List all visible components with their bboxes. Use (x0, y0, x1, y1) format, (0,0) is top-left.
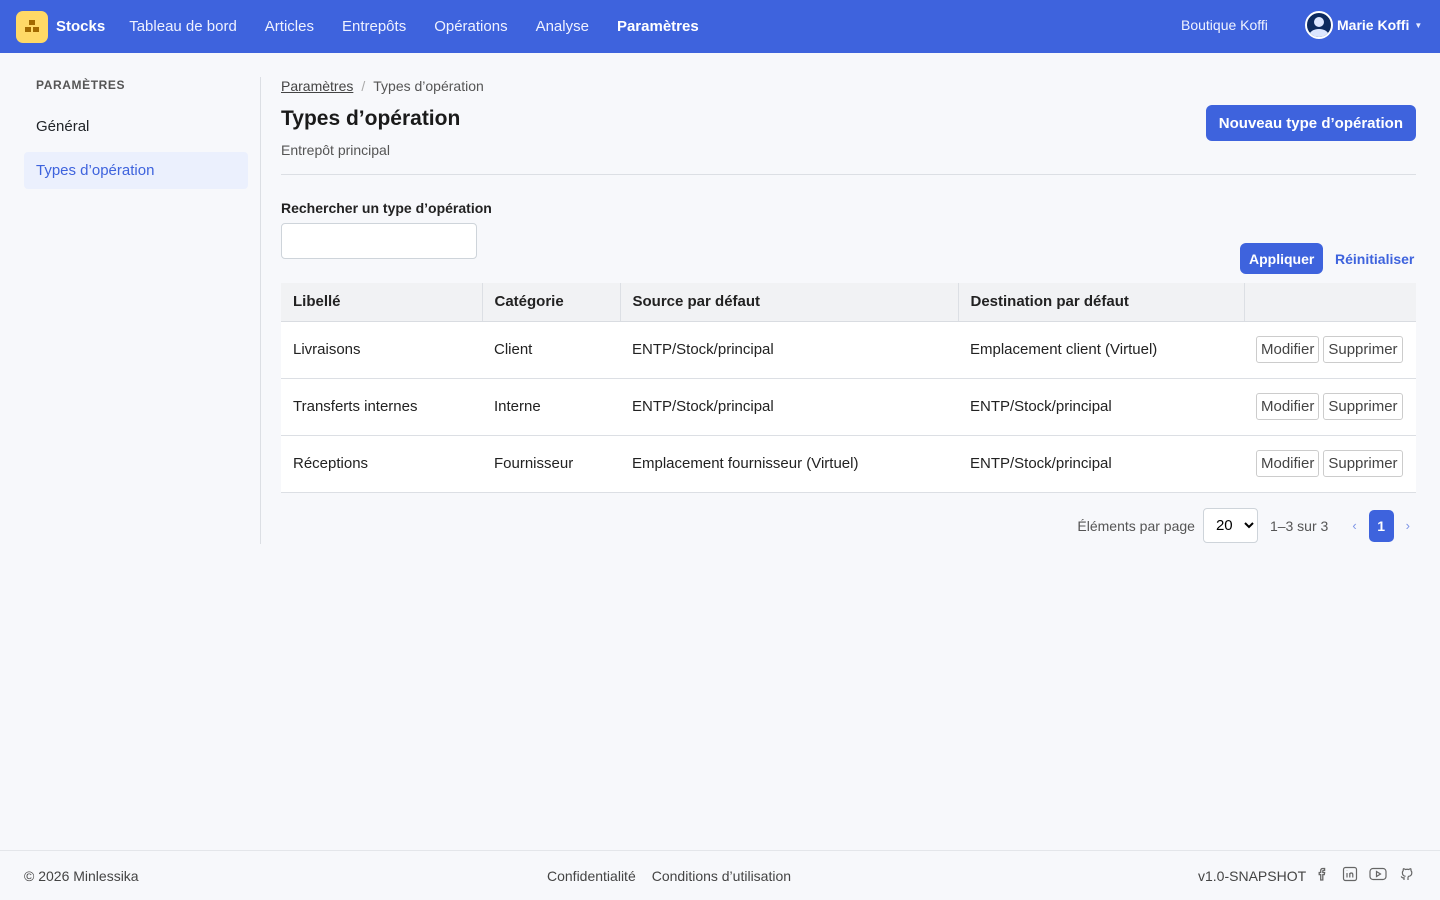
social-links (1313, 865, 1415, 883)
delete-button[interactable]: Supprimer (1323, 393, 1403, 420)
sidebar-divider (260, 77, 261, 544)
cell-label: Livraisons (281, 321, 482, 379)
user-name: Marie Koffi (1337, 17, 1410, 33)
sidebar-item-operation-types[interactable]: Types d’opération (24, 152, 248, 189)
table-row: Livraisons Client ENTP/Stock/principal E… (281, 321, 1416, 379)
table-row: Réceptions Fournisseur Emplacement fourn… (281, 435, 1416, 493)
privacy-link[interactable]: Confidentialité (547, 868, 636, 884)
search-input[interactable] (281, 223, 477, 259)
column-header-destination[interactable]: Destination par défaut (958, 283, 1245, 322)
new-operation-type-button[interactable]: Nouveau type d’opération (1205, 105, 1416, 141)
cell-source: ENTP/Stock/principal (620, 321, 958, 379)
operation-types-table: Libellé Catégorie Source par défaut Dest… (281, 283, 1416, 493)
linkedin-icon[interactable] (1341, 865, 1359, 883)
nav-warehouses[interactable]: Entrepôts (342, 18, 406, 35)
prev-page-icon[interactable]: ‹ (1352, 518, 1356, 533)
terms-link[interactable]: Conditions d’utilisation (652, 868, 791, 884)
nav-dashboard[interactable]: Tableau de bord (129, 18, 237, 35)
delete-button[interactable]: Supprimer (1323, 336, 1403, 363)
apply-button[interactable]: Appliquer (1240, 243, 1324, 274)
sidebar-item-general[interactable]: Général (24, 110, 248, 143)
main-content: Paramètres / Types d’opération Types d’o… (281, 78, 1416, 543)
settings-sidebar: PARAMÈTRES Général Types d’opération (24, 78, 248, 189)
user-menu[interactable]: Marie Koffi ▼ (1305, 11, 1422, 39)
breadcrumb-separator: / (361, 78, 366, 94)
brand[interactable]: Stocks (16, 10, 106, 43)
per-page-select[interactable]: 20 (1202, 508, 1258, 543)
cell-destination: ENTP/Stock/principal (958, 435, 1244, 493)
header-divider (281, 174, 1416, 175)
edit-button[interactable]: Modifier (1256, 450, 1320, 477)
column-header-actions (1244, 283, 1416, 322)
cell-category: Client (482, 321, 620, 379)
column-header-label[interactable]: Libellé (281, 283, 483, 322)
cell-source: Emplacement fournisseur (Virtuel) (620, 435, 958, 493)
version-label: v1.0-SNAPSHOT (1198, 868, 1307, 884)
pagination: Éléments par page 20 1–3 sur 3 ‹ 1 › (1077, 508, 1416, 543)
footer-links: Confidentialité Conditions d’utilisation (547, 868, 807, 884)
per-page-label: Éléments par page (1077, 517, 1195, 534)
table-row: Transferts internes Interne ENTP/Stock/p… (281, 378, 1416, 436)
cell-actions: Modifier Supprimer (1244, 435, 1416, 493)
search-label: Rechercher un type d’opération (281, 200, 492, 216)
sidebar-title: PARAMÈTRES (36, 78, 126, 92)
next-page-icon[interactable]: › (1406, 518, 1410, 533)
cell-destination: Emplacement client (Virtuel) (958, 321, 1244, 379)
organization-name[interactable]: Boutique Koffi (1181, 17, 1268, 33)
breadcrumb-current: Types d’opération (373, 78, 484, 94)
youtube-icon[interactable] (1369, 865, 1387, 883)
avatar (1305, 11, 1333, 39)
boxes-logo-icon (16, 10, 48, 43)
caret-down-icon: ▼ (1414, 20, 1423, 30)
nav-analysis[interactable]: Analyse (536, 18, 589, 35)
delete-button[interactable]: Supprimer (1323, 450, 1403, 477)
column-header-category[interactable]: Catégorie (482, 283, 621, 322)
nav-operations[interactable]: Opérations (434, 18, 507, 35)
cell-actions: Modifier Supprimer (1244, 378, 1416, 436)
cell-category: Fournisseur (482, 435, 620, 493)
edit-button[interactable]: Modifier (1256, 393, 1320, 420)
top-navbar: Stocks Tableau de bord Articles Entrepôt… (0, 0, 1440, 53)
brand-name: Stocks (56, 18, 106, 35)
reset-button[interactable]: Réinitialiser (1327, 243, 1422, 274)
cell-actions: Modifier Supprimer (1244, 321, 1416, 379)
main-nav: Tableau de bord Articles Entrepôts Opéra… (129, 18, 726, 35)
table-header-row: Libellé Catégorie Source par défaut Dest… (281, 283, 1416, 322)
page-number-button[interactable]: 1 (1368, 509, 1394, 542)
column-header-source[interactable]: Source par défaut (620, 283, 959, 322)
edit-button[interactable]: Modifier (1256, 336, 1320, 363)
cell-source: ENTP/Stock/principal (620, 378, 958, 436)
github-icon[interactable] (1397, 865, 1415, 883)
cell-label: Transferts internes (281, 378, 482, 436)
copyright: © 2026 Minlessika (24, 868, 139, 884)
nav-articles[interactable]: Articles (265, 18, 314, 35)
breadcrumb-parent-link[interactable]: Paramètres (281, 78, 353, 94)
footer: © 2026 Minlessika Confidentialité Condit… (0, 850, 1440, 900)
cell-destination: ENTP/Stock/principal (958, 378, 1244, 436)
cell-category: Interne (482, 378, 620, 436)
breadcrumb: Paramètres / Types d’opération (281, 78, 1416, 94)
nav-settings[interactable]: Paramètres (617, 18, 699, 35)
cell-label: Réceptions (281, 435, 482, 493)
page-subtitle: Entrepôt principal (281, 142, 390, 158)
facebook-icon[interactable] (1313, 865, 1331, 883)
page-range: 1–3 sur 3 (1269, 517, 1329, 534)
